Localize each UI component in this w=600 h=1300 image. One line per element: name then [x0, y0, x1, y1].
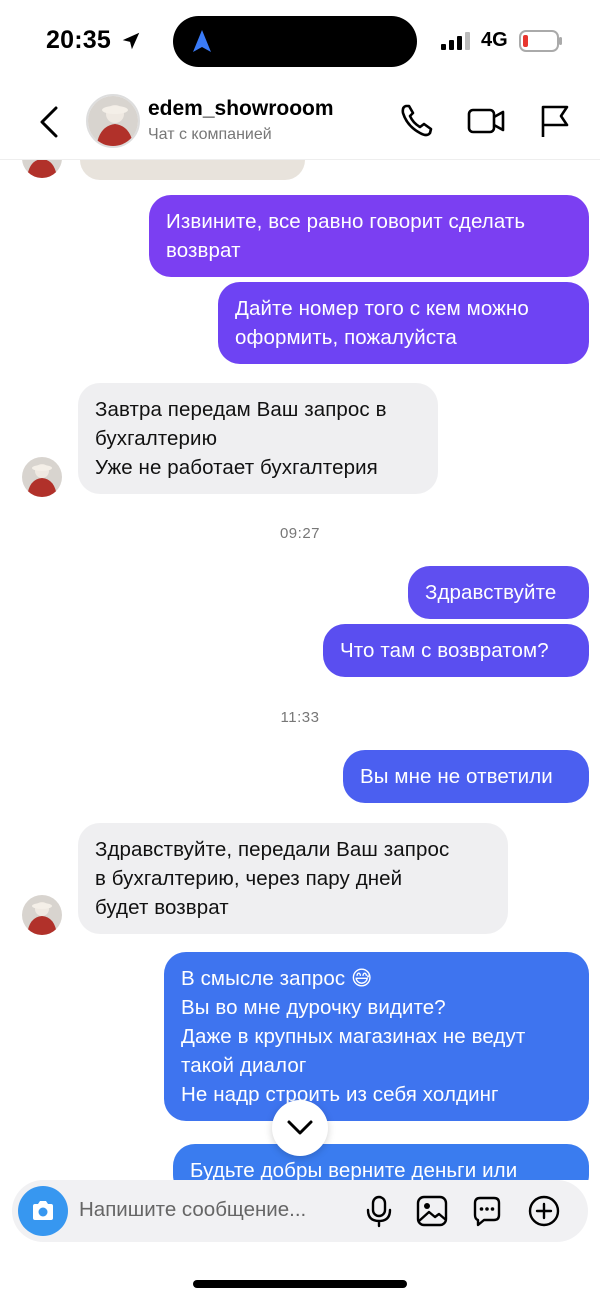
battery-icon	[519, 30, 562, 52]
dynamic-island	[173, 16, 417, 67]
message-text: Даже в крупных магазинах не ведут	[181, 1025, 526, 1048]
chevron-down-icon	[287, 1120, 313, 1135]
status-bar: 20:35 4G	[0, 0, 600, 82]
message-text: В смысле запрос 😅	[181, 967, 373, 990]
message-text: будет возврат	[95, 896, 229, 919]
home-indicator[interactable]	[193, 1280, 407, 1288]
message-text: Уже не работает бухгалтерия	[95, 456, 378, 479]
message-text: Что там с возвратом?	[340, 639, 549, 662]
message-text: Вы мне не ответили	[360, 765, 553, 788]
message-bubble-outgoing[interactable]: Извините, все равно говорит сделать возв…	[149, 195, 589, 277]
message-bubble-outgoing[interactable]: В смысле запрос 😅 Вы во мне дурочку види…	[164, 952, 589, 1121]
message-text: бухгалтерию	[95, 427, 218, 450]
message-text: Вы во мне дурочку видите?	[181, 996, 446, 1019]
video-call-icon[interactable]	[466, 102, 506, 140]
report-flag-icon[interactable]	[536, 102, 574, 140]
message-text: Здравствуйте, передали Ваш запрос	[95, 838, 450, 861]
message-text: Завтра передам Ваш запрос в	[95, 398, 387, 421]
shared-image[interactable]	[80, 160, 305, 180]
message-composer: Напишите сообщение...	[12, 1180, 588, 1242]
message-text: Будьте добры верните деньги или	[190, 1159, 518, 1180]
back-arrow-icon[interactable]	[38, 106, 60, 138]
message-text: Извините, все равно говорит сделать	[166, 210, 526, 233]
message-text: Не надр строить из себя холдинг	[181, 1083, 499, 1106]
message-bubble-incoming[interactable]: Здравствуйте, передали Ваш запрос в бухг…	[78, 823, 508, 934]
phone-icon[interactable]	[398, 102, 436, 140]
avatar	[22, 457, 62, 497]
scroll-to-bottom-button[interactable]	[272, 1100, 328, 1156]
microphone-icon[interactable]	[362, 1194, 396, 1228]
status-time: 20:35	[46, 26, 111, 54]
message-list[interactable]: Извините, все равно говорит сделать возв…	[0, 160, 600, 1180]
add-icon[interactable]	[527, 1194, 561, 1228]
signal-icon	[441, 32, 470, 50]
camera-icon	[33, 1201, 53, 1220]
network-type: 4G	[481, 29, 508, 51]
message-bubble-outgoing[interactable]: Здравствуйте	[408, 566, 589, 619]
avatar-image-icon	[88, 96, 138, 146]
avatar-image-icon	[22, 457, 62, 497]
message-bubble-outgoing[interactable]: Что там с возвратом?	[323, 624, 589, 677]
avatar-image-icon	[22, 160, 62, 178]
message-text: возврат	[166, 239, 241, 262]
navigation-icon	[193, 30, 211, 52]
message-text: оформить, пожалуйста	[235, 326, 457, 349]
timestamp: 11:33	[280, 709, 320, 726]
sticker-chat-icon[interactable]	[470, 1194, 504, 1228]
avatar	[22, 160, 62, 178]
chat-header: edem_showrooom Чат с компанией	[0, 82, 600, 160]
gallery-icon[interactable]	[415, 1194, 449, 1228]
message-bubble-outgoing[interactable]: Будьте добры верните деньги или	[173, 1144, 589, 1180]
message-input[interactable]: Напишите сообщение...	[79, 1198, 306, 1222]
location-arrow-icon	[122, 32, 140, 50]
contact-subtitle: Чат с компанией	[148, 126, 272, 143]
message-bubble-outgoing[interactable]: Вы мне не ответили	[343, 750, 589, 803]
avatar[interactable]	[86, 94, 140, 148]
message-text: Здравствуйте	[425, 581, 557, 604]
message-text: в бухгалтерию, через пару дней	[95, 867, 403, 890]
message-bubble-incoming[interactable]: Завтра передам Ваш запрос в бухгалтерию …	[78, 383, 438, 494]
contact-name[interactable]: edem_showrooom	[148, 97, 334, 121]
avatar	[22, 895, 62, 935]
message-text: такой диалог	[181, 1054, 307, 1077]
camera-button[interactable]	[18, 1186, 68, 1236]
timestamp: 09:27	[279, 525, 321, 542]
message-text: Дайте номер того с кем можно	[235, 297, 529, 320]
message-bubble-outgoing[interactable]: Дайте номер того с кем можно оформить, п…	[218, 282, 589, 364]
avatar-image-icon	[22, 895, 62, 935]
